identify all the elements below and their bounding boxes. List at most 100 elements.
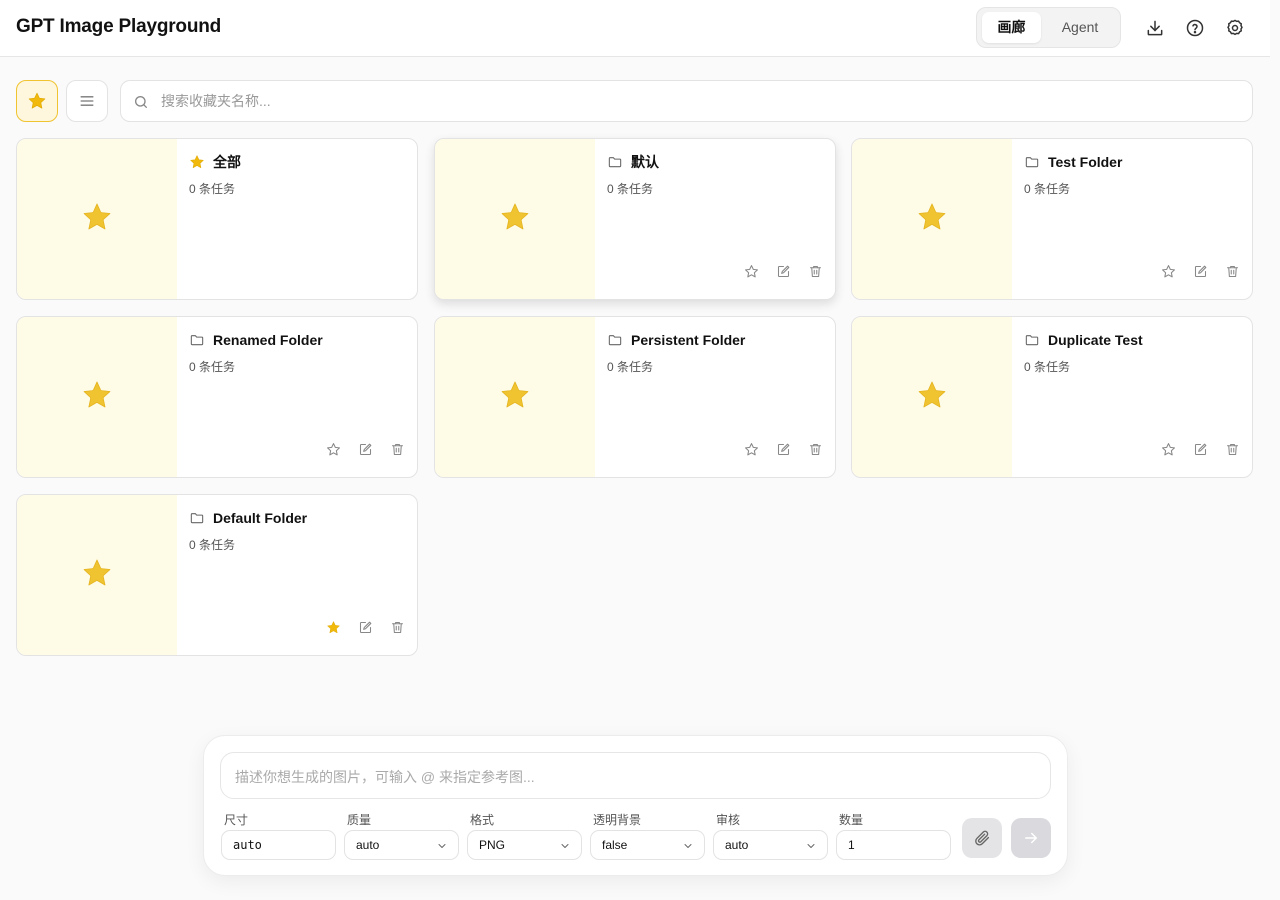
view-switch: 画廊 Agent [976,7,1121,48]
edit-icon [1193,264,1208,279]
field-select[interactable]: auto [713,830,828,860]
folder-card[interactable]: 默认 0 条任务 [434,138,836,300]
folder-title: Duplicate Test [1024,330,1143,350]
folder-thumbnail [435,317,595,477]
folder-title: 默认 [607,152,659,172]
favorite-button[interactable] [739,259,763,283]
send-button[interactable] [1011,818,1051,858]
download-button[interactable] [1141,14,1169,42]
edit-icon [358,442,373,457]
delete-button[interactable] [1220,437,1244,461]
trash-icon [808,264,823,279]
folder-name: Persistent Folder [631,332,746,348]
star-icon [916,201,948,238]
delete-button[interactable] [385,437,409,461]
composer: 尺寸 auto 质量 auto 格式 PNG 透明背景 false 审核 auto 数量 1 [203,735,1068,876]
field-group: 质量 auto [344,812,460,860]
search-icon [135,96,147,108]
tab-agent[interactable]: Agent [1045,12,1115,43]
task-count: 0 条任务 [1024,182,1071,196]
task-count: 0 条任务 [189,360,236,374]
folder-icon [607,332,623,348]
folder-title: Test Folder [1024,152,1122,172]
help-button[interactable] [1181,14,1209,42]
rename-button[interactable] [771,259,795,283]
favorite-button[interactable] [321,615,345,639]
field-value: 1 [848,838,855,852]
field-group: 格式 PNG [467,812,583,860]
task-count: 0 条任务 [607,360,654,374]
field-select[interactable]: false [590,830,705,860]
folder-actions [1156,259,1244,283]
folder-card[interactable]: Test Folder 0 条任务 [851,138,1253,300]
search-input[interactable] [161,81,1241,121]
folder-icon [1024,154,1040,170]
prompt-box [220,752,1051,799]
delete-button[interactable] [803,259,827,283]
field-select[interactable]: auto [344,830,459,860]
task-count: 0 条任务 [189,182,236,196]
attach-button[interactable] [962,818,1002,858]
star-icon [28,92,46,109]
field-group: 尺寸 auto [221,812,337,860]
folder-card[interactable]: Default Folder 0 条任务 [16,494,418,656]
folder-name: Duplicate Test [1048,332,1143,348]
field-value: auto [725,838,749,852]
folder-actions [739,259,827,283]
delete-button[interactable] [803,437,827,461]
folder-card[interactable]: 全部 0 条任务 [16,138,418,300]
rename-button[interactable] [1188,259,1212,283]
field-value: auto [356,838,380,852]
folder-card[interactable]: Renamed Folder 0 条任务 [16,316,418,478]
star-icon [81,201,113,238]
field-input[interactable]: 1 [836,830,951,860]
prompt-input[interactable] [235,767,1035,787]
rename-button[interactable] [353,615,377,639]
tab-gallery[interactable]: 画廊 [982,12,1041,43]
folder-icon [189,510,205,526]
field-input[interactable]: auto [221,830,336,860]
rename-button[interactable] [353,437,377,461]
field-select[interactable]: PNG [467,830,582,860]
folder-name: Renamed Folder [213,332,323,348]
rename-button[interactable] [771,437,795,461]
field-label: 透明背景 [593,813,642,827]
star-icon [326,620,341,635]
paperclip-icon [975,830,990,846]
favorite-button[interactable] [739,437,763,461]
folder-actions [1156,437,1244,461]
favorite-button[interactable] [1156,259,1180,283]
field-label: 质量 [347,813,372,827]
list-view-button[interactable] [66,80,108,122]
field-label: 尺寸 [224,813,249,827]
field-group: 透明背景 false [590,812,706,860]
star-icon [499,201,531,238]
folder-icon [1024,332,1040,348]
folder-icon [189,332,205,348]
trash-icon [808,442,823,457]
delete-button[interactable] [385,615,409,639]
star-icon [81,379,113,416]
folder-card[interactable]: Duplicate Test 0 条任务 [851,316,1253,478]
folder-thumbnail [435,139,595,299]
folder-card[interactable]: Persistent Folder 0 条任务 [434,316,836,478]
delete-button[interactable] [1220,259,1244,283]
star-icon [744,442,759,457]
folder-thumbnail [852,317,1012,477]
favorite-button[interactable] [1156,437,1180,461]
edit-icon [1193,442,1208,457]
folder-title: Renamed Folder [189,330,323,350]
favorite-button[interactable] [321,437,345,461]
trash-icon [390,620,405,635]
star-icon [189,154,205,170]
help-icon [1186,19,1204,37]
settings-button[interactable] [1221,14,1249,42]
folder-title: 全部 [189,152,241,172]
folder-name: 默认 [631,154,659,170]
app-title: GPT Image Playground [16,16,222,37]
favorites-filter-button[interactable] [16,80,58,122]
download-icon [1147,20,1163,36]
folder-name: Test Folder [1048,154,1123,170]
rename-button[interactable] [1188,437,1212,461]
field-group: 审核 auto [713,812,829,860]
